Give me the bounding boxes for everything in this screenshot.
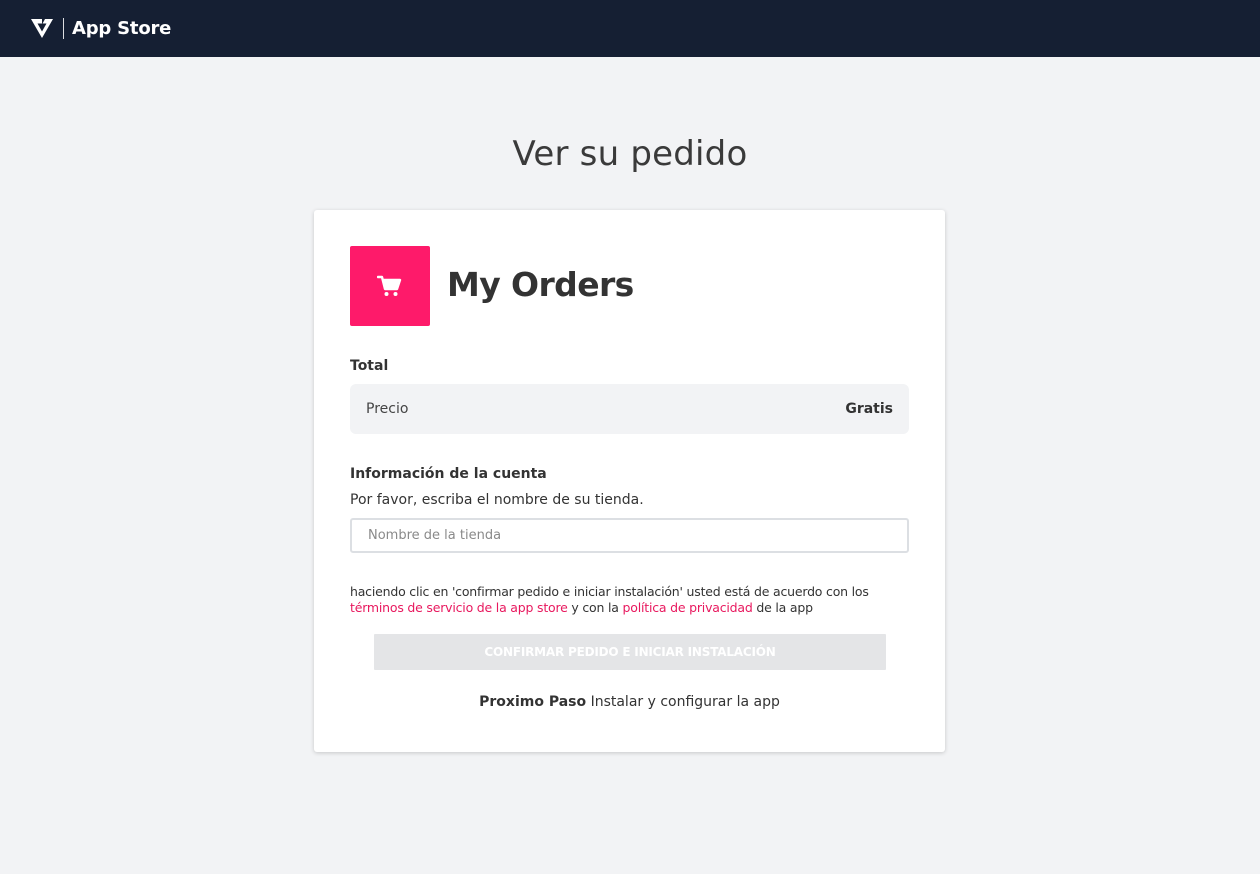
store-name-input[interactable] (350, 518, 909, 553)
page-title: Ver su pedido (512, 134, 748, 174)
account-info-label: Información de la cuenta (350, 466, 547, 482)
terms-text: haciendo clic en 'confirmar pedido e ini… (350, 584, 920, 616)
brand-logo-icon[interactable] (31, 18, 53, 39)
shopping-cart-icon (377, 275, 402, 296)
next-step-label: Proximo Paso (479, 694, 587, 710)
terms-of-service-link[interactable]: términos de servicio de la app store (350, 600, 568, 615)
terms-prefix: haciendo clic en 'confirmar pedido e ini… (350, 584, 869, 599)
app-icon (350, 246, 430, 326)
price-label: Precio (366, 401, 409, 417)
price-value: Gratis (845, 401, 893, 417)
order-card: My Orders Total Precio Gratis Informació… (314, 210, 945, 752)
confirm-order-button[interactable]: CONFIRMAR PEDIDO E INICIAR INSTALACIÓN (374, 634, 886, 670)
price-row: Precio Gratis (350, 384, 909, 434)
store-name-prompt: Por favor, escriba el nombre de su tiend… (350, 492, 644, 508)
brand-name[interactable]: App Store (72, 18, 171, 39)
top-navigation-bar: App Store (0, 0, 1260, 57)
app-name: My Orders (447, 265, 634, 304)
total-label: Total (350, 358, 389, 374)
next-step-text: Instalar y configurar la app (590, 694, 780, 710)
brand-divider (63, 18, 64, 39)
terms-suffix: de la app (756, 600, 813, 615)
terms-middle: y con la (571, 600, 619, 615)
privacy-policy-link[interactable]: política de privacidad (623, 600, 753, 615)
next-step: Proximo Paso Instalar y configurar la ap… (314, 694, 945, 710)
